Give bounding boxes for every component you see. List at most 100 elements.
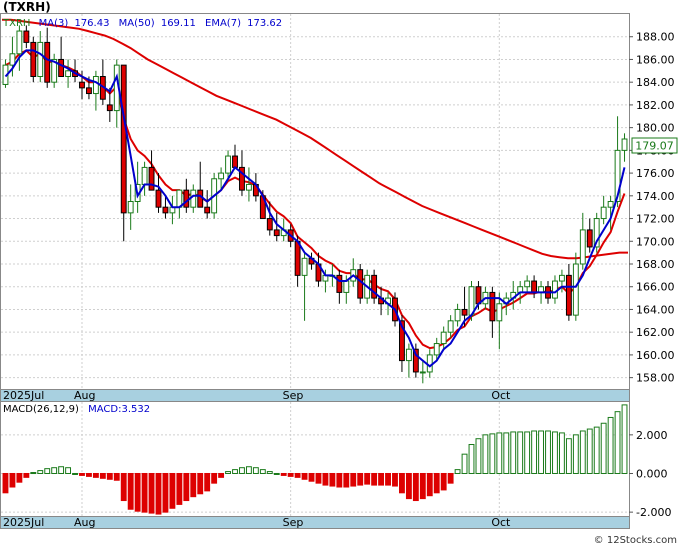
- macd-bar-negative: [79, 472, 85, 476]
- macd-bar-negative: [371, 472, 378, 486]
- macd-bar-positive: [510, 431, 517, 474]
- candle-up: [579, 229, 586, 265]
- macd-bar-negative: [440, 472, 447, 491]
- macd-month-label: Oct: [491, 516, 511, 529]
- macd-bar-positive: [72, 472, 78, 475]
- macd-bar-negative: [385, 472, 391, 486]
- candle-down: [183, 189, 190, 208]
- macd-bar-negative: [134, 472, 141, 512]
- macd-bar-negative: [322, 472, 329, 486]
- candle-up: [127, 201, 134, 214]
- candle-up: [621, 138, 628, 151]
- candle-down: [148, 166, 155, 191]
- macd-bar-positive: [30, 472, 37, 475]
- candle-up: [440, 331, 447, 345]
- macd-bar-positive: [475, 438, 482, 474]
- candle-down: [204, 206, 211, 214]
- macd-bar-negative: [141, 472, 148, 513]
- macd-month-label: 2025Jul: [3, 516, 44, 529]
- candle-down: [162, 206, 169, 214]
- month-label: Oct: [491, 389, 511, 402]
- macd-bar-negative: [176, 472, 183, 505]
- macd-bar-negative: [16, 472, 23, 483]
- price-tick-label: 166.00: [636, 281, 675, 294]
- candle-down: [294, 240, 301, 276]
- macd-bar-negative: [155, 472, 162, 515]
- price-tick-label: 168.00: [636, 258, 675, 271]
- candle-up: [65, 70, 72, 78]
- candle-down: [266, 218, 273, 231]
- macd-bar-negative: [9, 472, 16, 488]
- macd-month-label: Sep: [283, 516, 304, 529]
- legend-ma3-label: MA(3): [39, 18, 69, 29]
- macd-bar-positive: [524, 431, 531, 474]
- macd-value-label: MACD:3.532: [88, 404, 150, 415]
- macd-bar-negative: [329, 472, 336, 487]
- macd-bar-positive: [503, 432, 510, 474]
- macd-bar-positive: [517, 431, 524, 474]
- legend-ema7-value: 173.62: [247, 18, 282, 29]
- macd-bar-negative: [364, 472, 371, 485]
- macd-legend: MACD(26,12,9) MACD:3.532: [3, 404, 150, 415]
- candle-down: [30, 41, 37, 77]
- candle-down: [565, 274, 572, 316]
- macd-bar-negative: [211, 472, 218, 484]
- macd-bar-negative: [23, 472, 30, 478]
- macd-bar-negative: [308, 472, 315, 482]
- candle-up: [37, 41, 44, 77]
- legend-ma3-value: 176.43: [74, 18, 109, 29]
- candle-up: [524, 280, 531, 288]
- macd-bar-positive: [489, 433, 496, 474]
- macd-bar-negative: [204, 472, 211, 492]
- candle-down: [336, 274, 343, 293]
- macd-bar-positive: [44, 468, 51, 474]
- macd-bar-positive: [531, 430, 538, 474]
- macd-bar-negative: [148, 472, 155, 514]
- macd-bar-positive: [572, 434, 579, 474]
- macd-bar-negative: [405, 472, 412, 500]
- macd-bar-negative: [106, 472, 113, 480]
- candle-up: [447, 320, 454, 333]
- macd-bar-positive: [565, 438, 572, 474]
- candle-down: [79, 81, 85, 89]
- price-tick-label: 162.00: [636, 326, 675, 339]
- legend-ma50-label: MA(50): [119, 18, 155, 29]
- macd-bar-negative: [127, 472, 134, 510]
- price-tick-label: 182.00: [636, 99, 675, 112]
- macd-bar-negative: [301, 472, 308, 480]
- macd-bar-positive: [552, 431, 558, 474]
- candle-up: [92, 76, 99, 95]
- candle-down: [232, 155, 238, 168]
- candle-up: [572, 263, 579, 316]
- macd-bar-positive: [482, 434, 489, 474]
- candle-up: [552, 280, 558, 299]
- macd-bar-positive: [58, 466, 65, 474]
- candle-up: [16, 30, 23, 55]
- candle-down: [489, 291, 496, 322]
- macd-bar-negative: [197, 472, 204, 495]
- month-label: Aug: [74, 389, 95, 402]
- legend-ema7-label: EMA(7): [205, 18, 241, 29]
- candle-down: [461, 308, 468, 316]
- month-label: 2025Jul: [3, 389, 44, 402]
- macd-bar-positive: [65, 467, 72, 474]
- macd-bar-negative: [86, 472, 92, 477]
- candle-down: [58, 58, 65, 77]
- candle-down: [197, 189, 204, 208]
- price-panel-frame: [0, 13, 630, 390]
- macd-bar-negative: [433, 472, 440, 494]
- macd-bar-positive: [461, 453, 468, 474]
- price-tick-label: 160.00: [636, 349, 675, 362]
- candle-down: [86, 87, 92, 95]
- macd-tick-label: -2.000: [636, 506, 671, 519]
- macd-bar-negative: [99, 472, 106, 479]
- macd-bar-positive: [538, 430, 544, 474]
- macd-bar-negative: [447, 472, 454, 484]
- macd-bar-positive: [245, 466, 252, 474]
- macd-bar-positive: [558, 432, 565, 474]
- price-tick-label: 158.00: [636, 372, 675, 385]
- candle-up: [426, 354, 433, 373]
- chart-svg: 158.00 160.00 162.00 164.00 166.00 168.00 170.…: [0, 0, 680, 546]
- candle-down: [273, 229, 280, 237]
- macd-bar-negative: [162, 472, 169, 513]
